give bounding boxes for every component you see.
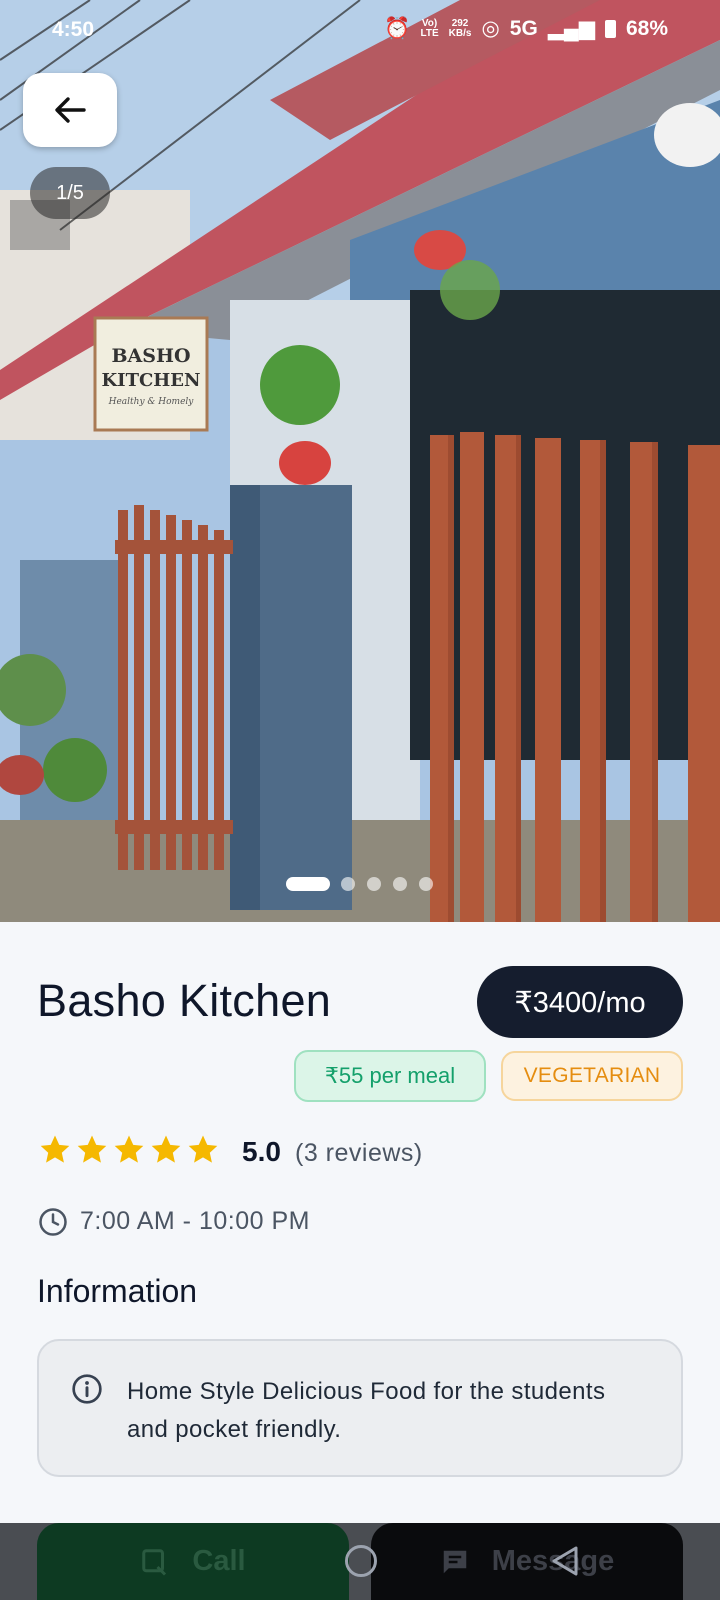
- star-icon: [114, 1135, 144, 1163]
- info-icon: [72, 1374, 102, 1404]
- sign-text-1: BASHO: [111, 345, 190, 367]
- alarm-icon: ⏰: [384, 16, 411, 40]
- review-count[interactable]: (3 reviews): [295, 1139, 423, 1168]
- message-icon: [443, 1550, 466, 1573]
- phone-icon: [142, 1548, 167, 1576]
- restaurant-name: Basho Kitchen: [37, 975, 332, 1026]
- star-icon: [40, 1135, 70, 1163]
- volte-bottom: LTE: [420, 27, 439, 39]
- page-dot-5[interactable]: [419, 877, 433, 891]
- status-time: 4:50: [52, 18, 95, 41]
- call-label: Call: [192, 1545, 246, 1577]
- clock-icon: [39, 1208, 67, 1236]
- page-dot-4[interactable]: [393, 877, 407, 891]
- page-dot-3[interactable]: [367, 877, 381, 891]
- page-dot-1[interactable]: [286, 877, 330, 891]
- rating-value: 5.0: [242, 1136, 281, 1167]
- status-bar: 4:50 ⏰ Vo) LTE 292 KB/s ◎ 5G ▂▄▆ 68%: [0, 0, 720, 60]
- sign-text-3: Healthy & Homely: [108, 397, 195, 407]
- information-heading: Information: [37, 1273, 198, 1309]
- arrow-left-icon: [55, 97, 86, 123]
- battery-icon: [604, 19, 616, 38]
- signal-icon: ▂▄▆: [547, 17, 595, 40]
- back-button[interactable]: [23, 73, 117, 147]
- photo-pagination: [0, 877, 720, 893]
- message-button[interactable]: Message: [371, 1523, 683, 1600]
- star-icon: [188, 1135, 218, 1163]
- signal-label: 5G: [509, 16, 538, 40]
- opening-hours: 7:00 AM - 10:00 PM: [80, 1207, 310, 1235]
- speed-unit: KB/s: [448, 27, 472, 39]
- nav-back-icon[interactable]: [548, 1544, 582, 1578]
- information-text: Home Style Delicious Food for the studen…: [127, 1378, 606, 1443]
- volte-indicator: Vo) LTE: [420, 18, 439, 39]
- battery-level: 68%: [625, 16, 668, 40]
- star-icon: [151, 1135, 181, 1163]
- monthly-price-badge: ₹3400/mo: [477, 966, 683, 1038]
- meal-price-tag: ₹55 per meal: [294, 1050, 486, 1102]
- nav-home-button[interactable]: [345, 1545, 377, 1577]
- page-dot-2[interactable]: [341, 877, 355, 891]
- sign-text-2: KITCHEN: [102, 370, 201, 391]
- star-icon: [77, 1135, 107, 1163]
- photo-counter: 1/5: [30, 167, 110, 219]
- call-button[interactable]: Call: [37, 1523, 349, 1600]
- diet-tag: VEGETARIAN: [501, 1051, 683, 1101]
- hotspot-icon: ◎: [481, 17, 500, 40]
- star-rating: [38, 1133, 220, 1167]
- speed-indicator: 292 KB/s: [448, 18, 472, 39]
- information-card: Home Style Delicious Food for the studen…: [37, 1339, 683, 1477]
- status-icons: ⏰ Vo) LTE 292 KB/s ◎ 5G ▂▄▆ 68%: [384, 16, 668, 41]
